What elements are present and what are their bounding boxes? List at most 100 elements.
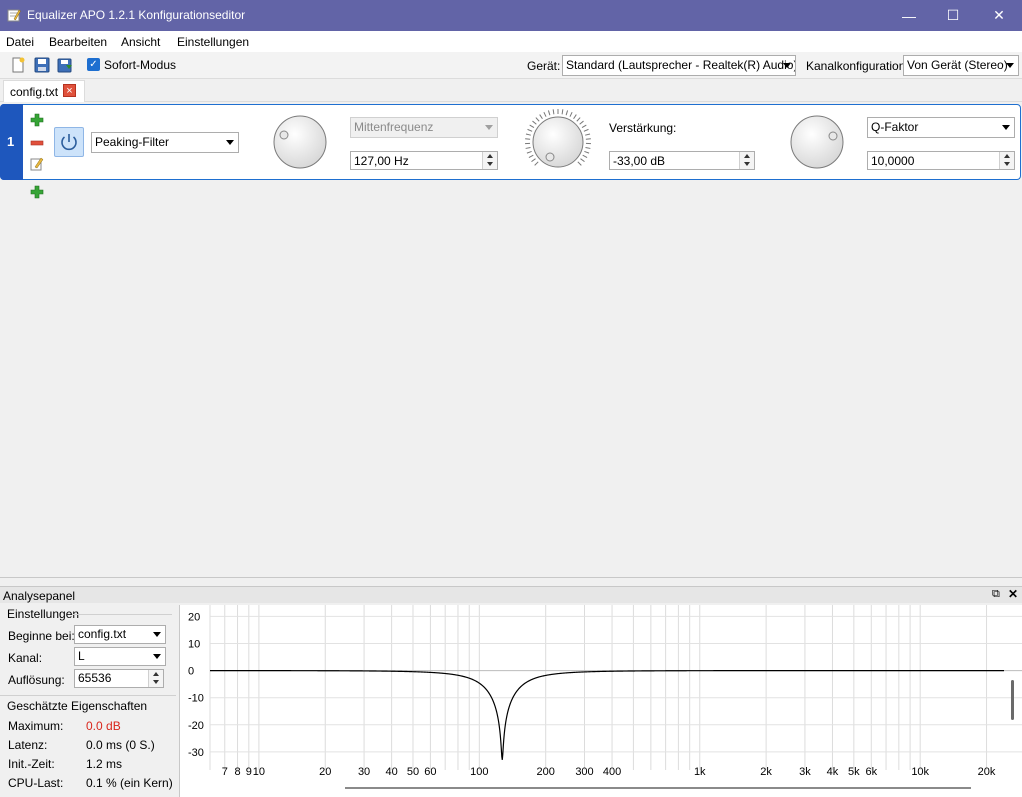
filter-type-select[interactable]: Peaking-Filter [91, 132, 239, 153]
start-select-value: config.txt [78, 627, 127, 641]
max-label: Maximum: [8, 719, 64, 733]
chevron-down-icon [153, 632, 161, 637]
tab-strip [0, 79, 1022, 102]
x-tick-label: 9 [246, 766, 252, 778]
tab-config[interactable]: config.txt × [3, 80, 85, 102]
close-button[interactable]: ✕ [976, 0, 1022, 31]
x-tick-label: 7 [222, 766, 228, 778]
app-icon [7, 9, 21, 22]
properties-group-title: Geschätzte Eigenschaften [7, 699, 148, 713]
channel-select-value: L [78, 649, 85, 663]
minimize-button[interactable]: — [886, 0, 932, 31]
frequency-spinbox[interactable]: 127,00 Hz [350, 151, 498, 170]
tab-close-icon[interactable]: × [63, 84, 76, 97]
tab-config-label: config.txt [10, 85, 59, 99]
x-tick-label: 100 [470, 766, 488, 778]
channel-config-value: Von Gerät (Stereo) [907, 58, 1008, 72]
q-value: 10,0000 [871, 154, 915, 168]
save-icon[interactable] [33, 56, 51, 74]
q-mode-value: Q-Faktor [871, 120, 919, 134]
settings-group-title: Einstellungen [7, 607, 80, 621]
filter-power-toggle[interactable] [54, 127, 84, 157]
resolution-label: Auflösung: [8, 673, 65, 687]
device-select-value: Standard (Lautsprecher - Realtek(R) Audi… [566, 58, 796, 72]
frequency-spin-buttons[interactable] [482, 152, 497, 169]
y-tick-label: -20 [188, 720, 204, 732]
x-tick-label: 10 [253, 766, 265, 778]
menu-bearbeiten[interactable]: Bearbeiten [49, 35, 107, 49]
chevron-down-icon [153, 654, 161, 659]
q-spin-buttons[interactable] [999, 152, 1014, 169]
maximize-button[interactable]: ☐ [930, 0, 976, 31]
init-time-label: Init.-Zeit: [8, 757, 55, 771]
sofort-modus-checkbox[interactable]: ✓ [87, 58, 100, 71]
frequency-mode-select: Mittenfrequenz [350, 117, 498, 138]
menu-einstellungen[interactable]: Einstellungen [177, 35, 249, 49]
gain-spin-buttons[interactable] [739, 152, 754, 169]
max-value: 0.0 dB [86, 719, 121, 733]
menu-ansicht[interactable]: Ansicht [121, 35, 160, 49]
latency-label: Latenz: [8, 738, 48, 752]
title-bar: Equalizer APO 1.2.1 Konfigurationseditor… [0, 0, 1022, 31]
x-tick-label: 4k [827, 766, 839, 778]
maximize-icon: ☐ [946, 7, 960, 23]
resolution-spin-buttons[interactable] [148, 670, 163, 687]
x-tick-label: 400 [603, 766, 621, 778]
y-tick-label: 10 [188, 639, 200, 651]
sofort-modus-label: Sofort-Modus [104, 58, 177, 72]
x-tick-label: 40 [385, 766, 397, 778]
x-tick-label: 10k [911, 766, 929, 778]
x-tick-label: 5k [848, 766, 860, 778]
chevron-down-icon [226, 140, 234, 145]
panel-close-icon[interactable]: ✕ [1008, 587, 1018, 601]
channel-select[interactable]: L [74, 647, 166, 666]
frequency-knob[interactable] [272, 114, 328, 170]
y-tick-label: -30 [188, 747, 204, 759]
window-title: Equalizer APO 1.2.1 Konfigurationseditor [27, 8, 246, 22]
remove-filter-icon[interactable] [30, 136, 44, 150]
resolution-spinbox[interactable]: 65536 [74, 669, 164, 688]
minimize-icon: — [902, 7, 916, 24]
x-tick-label: 300 [575, 766, 593, 778]
new-file-icon[interactable] [9, 56, 27, 74]
chevron-down-icon [783, 63, 791, 68]
q-mode-select[interactable]: Q-Faktor [867, 117, 1015, 138]
channel-label: Kanal: [8, 651, 43, 665]
filter-type-value: Peaking-Filter [95, 135, 170, 149]
x-tick-label: 6k [865, 766, 877, 778]
graph-vertical-scrollbar[interactable] [1011, 680, 1014, 720]
q-knob[interactable] [789, 114, 845, 170]
channel-config-select[interactable]: Von Gerät (Stereo) [903, 55, 1019, 76]
menu-datei[interactable]: Datei [6, 35, 34, 49]
gain-spinbox[interactable]: -33,00 dB [609, 151, 755, 170]
y-tick-label: 20 [188, 611, 200, 623]
filter-index: 1 [0, 104, 23, 180]
frequency-response-graph[interactable]: 20 10 0 -10 -20 -30 7 8 9 10 20 30 40 50 60 100 200 300 40… [179, 605, 1022, 797]
device-select[interactable]: Standard (Lautsprecher - Realtek(R) Audi… [562, 55, 796, 76]
x-tick-label: 2k [760, 766, 772, 778]
analysis-settings: Einstellungen Beginne bei: config.txt Ka… [0, 604, 176, 797]
save-as-icon[interactable] [56, 56, 74, 74]
x-tick-label: 20k [978, 766, 996, 778]
edit-filter-icon[interactable] [30, 157, 44, 171]
menu-bar: Datei Bearbeiten Ansicht Einstellungen [0, 31, 1022, 52]
frequency-value: 127,00 Hz [354, 154, 409, 168]
add-filter-below-icon[interactable] [30, 185, 44, 199]
cpu-load-label: CPU-Last: [8, 776, 64, 790]
graph-horizontal-scrollbar[interactable] [345, 787, 971, 789]
undock-icon[interactable]: ⧉ [992, 588, 1000, 601]
gain-label: Verstärkung: [609, 121, 677, 135]
y-tick-label: -10 [188, 693, 204, 705]
x-tick-label: 60 [424, 766, 436, 778]
power-icon [61, 134, 77, 151]
chevron-down-icon [485, 125, 493, 130]
add-filter-above-icon[interactable] [30, 113, 44, 127]
analysis-panel-header: Analysepanel ⧉ ✕ [0, 586, 1022, 603]
start-select[interactable]: config.txt [74, 625, 166, 644]
filter-index-label: 1 [7, 134, 15, 149]
q-spinbox[interactable]: 10,0000 [867, 151, 1015, 170]
group-divider [72, 614, 172, 615]
cpu-load-value: 0.1 % (ein Kern) [86, 776, 173, 790]
chevron-down-icon [1002, 125, 1010, 130]
gain-knob[interactable] [523, 107, 593, 177]
